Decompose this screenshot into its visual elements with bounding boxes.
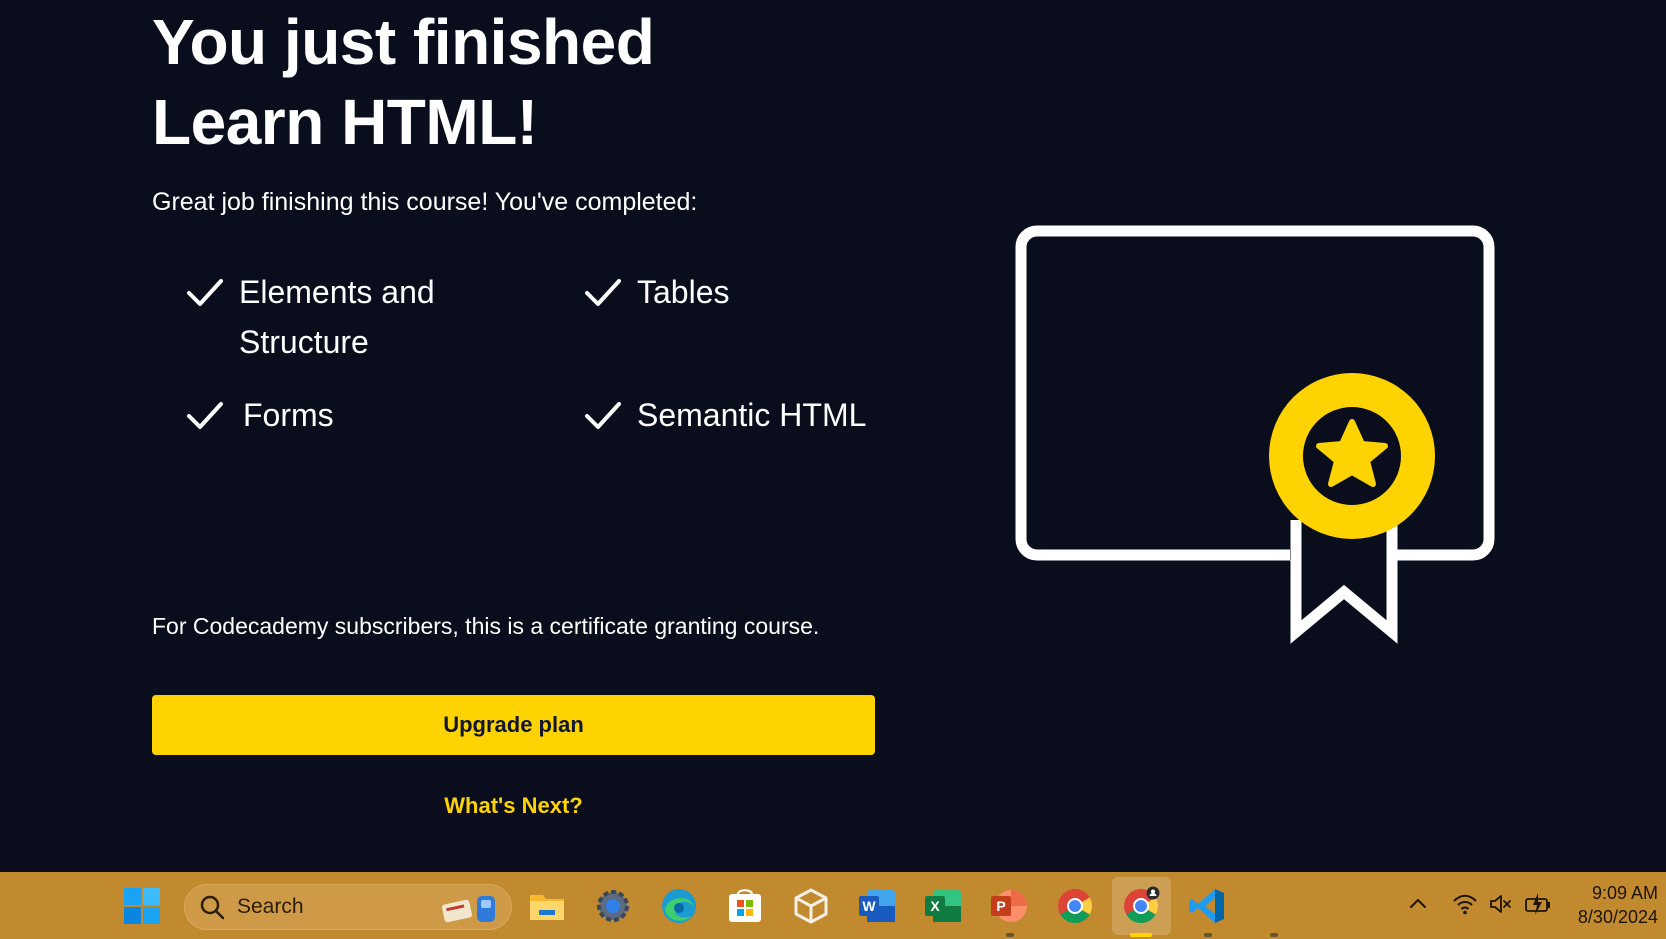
page-title: You just finished Learn HTML! [152, 2, 655, 162]
title-line-1: You just finished [152, 6, 655, 78]
certificate-note: For Codecademy subscribers, this is a ce… [152, 613, 820, 639]
checkmark-icon [585, 402, 621, 429]
completed-item-label: Elements and Structure [239, 274, 435, 360]
vscode-icon[interactable] [1187, 886, 1227, 926]
completed-item-elements: Elements and Structure [185, 267, 435, 367]
taskbar-search[interactable]: Search [184, 884, 512, 930]
battery-charging-icon[interactable] [1524, 891, 1552, 917]
completion-subtitle: Great job finishing this course! You've … [152, 188, 698, 216]
volume-muted-icon[interactable] [1488, 891, 1514, 917]
active-indicator [1130, 933, 1152, 937]
svg-text:P: P [996, 898, 1005, 914]
chrome-profile-icon[interactable] [1121, 886, 1161, 926]
microsoft-store-icon[interactable] [725, 886, 765, 926]
completed-item-semantic: Semantic HTML [583, 390, 866, 440]
chevron-up-icon[interactable] [1406, 892, 1430, 916]
chrome-icon[interactable] [1055, 886, 1095, 926]
search-highlight-icon [441, 896, 495, 923]
svg-text:W: W [862, 898, 876, 914]
clock-date: 8/30/2024 [1577, 907, 1658, 927]
system-clock[interactable]: 9:09 AM 8/30/2024 [1578, 881, 1658, 929]
certificate-icon [1015, 225, 1495, 644]
powerpoint-icon[interactable]: P [989, 886, 1029, 926]
completed-item-tables: Tables [583, 267, 730, 317]
search-placeholder: Search [237, 895, 304, 918]
clock-time: 9:09 AM [1591, 883, 1658, 903]
wifi-icon[interactable] [1452, 891, 1478, 917]
excel-icon[interactable]: X [923, 886, 963, 926]
checkmark-icon [187, 402, 223, 429]
upgrade-plan-button[interactable]: Upgrade plan [152, 695, 875, 755]
whats-next-link[interactable]: What's Next? [152, 793, 875, 819]
word-icon[interactable]: W [857, 886, 897, 926]
package-icon[interactable] [791, 886, 831, 926]
running-indicator [1270, 933, 1278, 937]
edge-icon[interactable] [659, 886, 699, 926]
search-icon [200, 895, 225, 920]
file-explorer-icon[interactable] [527, 886, 567, 926]
settings-icon[interactable] [593, 886, 633, 926]
running-indicator [1006, 933, 1014, 937]
start-icon[interactable] [122, 886, 162, 926]
completed-item-label: Tables [637, 274, 730, 310]
svg-text:X: X [930, 898, 940, 914]
completed-item-label: Semantic HTML [637, 397, 867, 433]
checkmark-icon [187, 279, 223, 306]
course-complete-page: You just finished Learn HTML! Great job … [0, 0, 1666, 872]
checkmark-icon [585, 279, 621, 306]
completed-item-label: Forms [243, 397, 334, 433]
title-line-2: Learn HTML! [152, 86, 538, 158]
running-indicator [1204, 933, 1212, 937]
completed-item-forms: Forms [185, 390, 334, 440]
taskbar: Search W X P 9:09 AM 8/30/2024 [0, 872, 1666, 939]
